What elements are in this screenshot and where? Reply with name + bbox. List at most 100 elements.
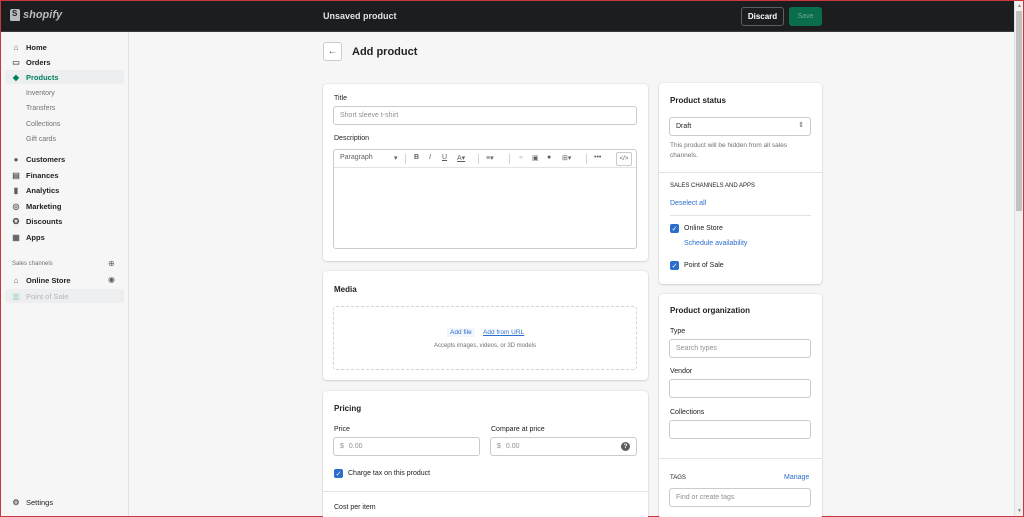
back-button[interactable]: ← (323, 42, 342, 61)
page-header: ← Add product (323, 42, 417, 61)
underline-icon[interactable]: U (442, 154, 447, 161)
charge-tax-checkbox[interactable]: ✓ (334, 469, 343, 478)
media-title: Media (334, 285, 357, 294)
point-of-sale-checkbox[interactable]: ✓ (670, 261, 679, 270)
sidebar-item-products[interactable]: ◆ Products (5, 70, 124, 84)
status-value: Draft (676, 123, 692, 130)
table-icon[interactable]: ⊞▾ (562, 154, 571, 162)
price-placeholder: 0.00 (348, 443, 363, 450)
price-prefix: $ (340, 443, 344, 450)
sidebar-item-label: Settings (26, 497, 54, 507)
sidebar-subitem-transfers[interactable]: Transfers (26, 105, 55, 112)
unsaved-title: Unsaved product (323, 11, 397, 21)
italic-icon[interactable]: I (429, 154, 431, 161)
discount-icon: ✪ (12, 216, 20, 226)
channels-divider (670, 215, 811, 216)
sidebar-item-home[interactable]: ⌂ Home (5, 40, 124, 54)
align-icon[interactable]: ≡▾ (486, 154, 494, 162)
toolbar-divider (405, 154, 406, 164)
checkmark-icon: ✓ (671, 225, 678, 233)
collections-input[interactable] (669, 420, 811, 439)
shopify-logo[interactable]: shopify (10, 9, 62, 21)
discard-button[interactable]: Discard (741, 7, 784, 26)
sales-channels-heading: SALES CHANNELS AND APPS (670, 183, 756, 189)
deselect-all-link[interactable]: Deselect all (670, 200, 706, 207)
orders-icon: ▭ (12, 57, 20, 67)
compare-price-input[interactable]: $ 0.00 ? (490, 437, 637, 456)
gear-icon: ⚙ (12, 497, 20, 507)
toolbar-divider (586, 154, 587, 164)
apps-icon: ▦ (12, 232, 20, 242)
type-input[interactable]: Search types (669, 339, 811, 358)
scrollbar-thumb[interactable] (1016, 11, 1022, 211)
text-color-icon[interactable]: A▾ (457, 154, 465, 162)
help-question-icon[interactable]: ? (621, 442, 630, 451)
sidebar-subitem-inventory[interactable]: Inventory (26, 90, 55, 97)
sidebar-item-analytics[interactable]: ▮ Analytics (5, 183, 124, 197)
description-label: Description (334, 135, 370, 142)
vendor-input[interactable] (669, 379, 811, 398)
title-input[interactable]: Short sleeve t-shirt (333, 106, 637, 125)
add-from-url-link[interactable]: Add from URL (483, 329, 524, 336)
sidebar-subitem-collections[interactable]: Collections (26, 121, 60, 128)
sidebar-item-finances[interactable]: ▤ Finances (5, 168, 124, 182)
add-file-button[interactable]: Add file (447, 328, 475, 337)
price-input[interactable]: $ 0.00 (333, 437, 480, 456)
status-select[interactable]: Draft ⇕ (669, 117, 811, 136)
sidebar-item-point-of-sale[interactable]: ▥ Point of Sale (5, 289, 124, 303)
sidebar-item-discounts[interactable]: ✪ Discounts (5, 214, 124, 228)
tags-input[interactable]: Find or create tags (669, 488, 811, 507)
schedule-availability-link[interactable]: Schedule availability (684, 240, 747, 247)
shopify-bag-icon (10, 9, 20, 21)
sidebar-item-orders[interactable]: ▭ Orders (5, 55, 124, 69)
tags-label: TAGS (670, 475, 686, 481)
manage-tags-link[interactable]: Manage (784, 474, 809, 481)
code-view-icon[interactable]: </> (616, 152, 632, 166)
sidebar-item-settings[interactable]: ⚙ Settings (5, 495, 124, 509)
media-card: Media Add file Add from URL Accepts imag… (323, 271, 648, 380)
sidebar-item-label: Apps (26, 232, 45, 242)
brand-name: shopify (23, 9, 63, 21)
sidebar-item-label: Home (26, 42, 47, 52)
description-editor[interactable]: Paragraph ▾ B I U A▾ ≡▾ ⚭ ▣ ● ⊞▾ ••• </> (333, 149, 637, 249)
sidebar-item-label: Online Store (26, 275, 71, 285)
sidebar-item-online-store[interactable]: ⌂ Online Store (5, 273, 124, 287)
sidebar-item-marketing[interactable]: ◎ Marketing (5, 199, 124, 213)
cost-per-item-label: Cost per item (334, 504, 376, 511)
image-icon[interactable]: ▣ (532, 154, 539, 162)
video-icon[interactable]: ● (547, 154, 551, 161)
status-divider (659, 172, 822, 173)
add-channel-icon[interactable]: ⊕ (108, 259, 115, 268)
title-label: Title (334, 95, 347, 102)
save-button[interactable]: Save (789, 7, 822, 26)
compare-price-label: Compare at price (491, 426, 545, 433)
link-icon[interactable]: ⚭ (518, 154, 524, 162)
sidebar-item-label: Point of Sale (26, 291, 69, 301)
point-of-sale-label: Point of Sale (684, 262, 724, 269)
bold-icon[interactable]: B (414, 154, 419, 161)
scroll-down-icon[interactable]: ▼ (1017, 508, 1022, 514)
scroll-up-icon[interactable]: ▲ (1017, 3, 1022, 9)
sidebar-item-customers[interactable]: ● Customers (5, 152, 124, 166)
product-organization-card: Product organization Type Search types V… (659, 294, 822, 517)
sidebar-subitem-gift-cards[interactable]: Gift cards (26, 136, 56, 143)
sales-channels-label: Sales channels (12, 261, 53, 267)
online-store-label: Online Store (684, 225, 723, 232)
online-store-checkbox[interactable]: ✓ (670, 224, 679, 233)
product-status-title: Product status (670, 96, 727, 105)
sidebar-item-apps[interactable]: ▦ Apps (5, 230, 124, 244)
pricing-title: Pricing (334, 404, 362, 413)
page-scrollbar[interactable]: ▲ ▼ (1014, 1, 1023, 516)
finances-icon: ▤ (12, 170, 20, 180)
sidebar-item-label: Discounts (26, 216, 63, 226)
media-dropzone[interactable]: Add file Add from URL Accepts images, vi… (333, 306, 637, 370)
type-label: Type (670, 328, 686, 335)
paragraph-select[interactable]: Paragraph (340, 154, 373, 161)
dropdown-caret-icon[interactable]: ▾ (394, 154, 398, 162)
more-icon[interactable]: ••• (594, 154, 601, 161)
marketing-icon: ◎ (12, 201, 20, 211)
vendor-label: Vendor (670, 368, 693, 375)
arrow-left-icon: ← (327, 46, 338, 57)
toolbar-divider (478, 154, 479, 164)
view-store-eye-icon[interactable]: ◉ (108, 275, 115, 284)
